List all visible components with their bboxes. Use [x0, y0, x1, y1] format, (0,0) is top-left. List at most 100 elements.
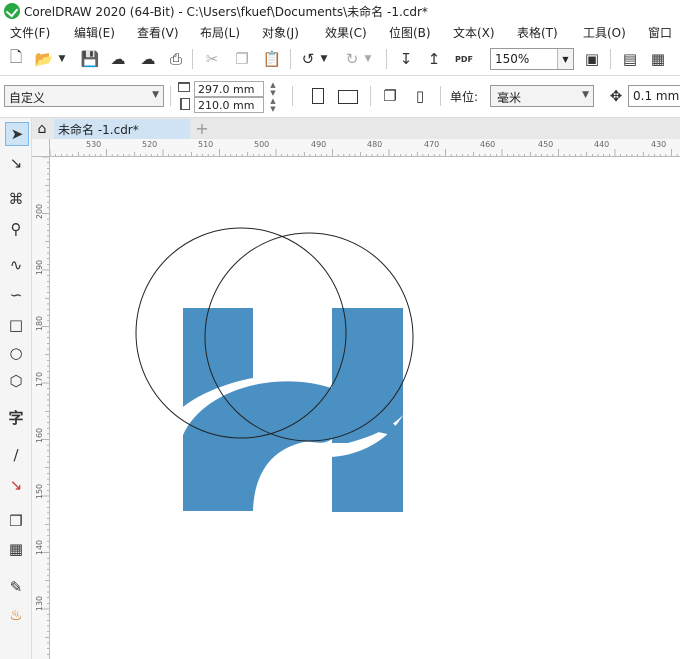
cloud-upload-icon[interactable]: ☁	[108, 49, 128, 69]
new-document-icon[interactable]: 🗋	[6, 48, 26, 69]
menu-edit[interactable]: 编辑(E)	[74, 24, 115, 41]
show-rulers-icon[interactable]: ▤	[620, 49, 640, 69]
freehand-tool-icon[interactable]: ∿	[5, 254, 27, 276]
zoom-tool-icon[interactable]: ⚲	[5, 218, 27, 240]
color-eyedropper-tool-icon[interactable]: ✎	[5, 576, 27, 598]
drop-shadow-tool-icon[interactable]: ❒	[5, 510, 27, 532]
menu-object[interactable]: 对象(J)	[262, 24, 299, 41]
ruler-label: 450	[538, 140, 554, 149]
menu-bar: 文件(F) 编辑(E) 查看(V) 布局(L) 对象(J) 效果(C) 位图(B…	[0, 22, 680, 42]
artistic-media-tool-icon[interactable]: ∽	[5, 284, 27, 306]
vertical-ruler[interactable]: 200 190 180 170 160 150 140 130	[32, 157, 50, 659]
open-dropdown-icon[interactable]: ▼	[56, 49, 68, 69]
units-select[interactable]: 毫米 ▼	[490, 85, 594, 107]
ruler-label: 130	[35, 595, 45, 612]
ruler-label: 200	[35, 203, 45, 220]
parallel-dimension-tool-icon[interactable]: ∕	[5, 444, 27, 466]
ruler-label: 530	[86, 140, 102, 149]
menu-bitmaps[interactable]: 位图(B)	[389, 24, 431, 41]
nudge-distance-value: 0.1 mm	[633, 89, 680, 103]
ruler-label: 510	[198, 140, 214, 149]
menu-view[interactable]: 查看(V)	[137, 24, 179, 41]
property-bar: 自定义 ▼ 297.0 mm ▲ ▼ 210.0 mm ▲ ▼ ❐ ▯ 单位: 毫米…	[0, 76, 680, 118]
save-icon[interactable]: 💾	[80, 49, 100, 69]
menu-effects[interactable]: 效果(C)	[325, 24, 367, 41]
paste-icon[interactable]: 📋	[262, 49, 282, 69]
ruler-label: 190	[35, 259, 45, 276]
document-tab[interactable]: 未命名 -1.cdr*	[54, 119, 190, 139]
redo-dropdown-icon[interactable]: ▼	[362, 49, 374, 69]
nudge-distance-field[interactable]: 0.1 mm	[628, 85, 680, 107]
export-icon[interactable]: ↥	[424, 49, 444, 69]
units-value: 毫米	[497, 91, 522, 105]
menu-file[interactable]: 文件(F)	[10, 24, 50, 41]
page-width-field[interactable]: 297.0 mm	[194, 81, 264, 97]
connector-tool-icon[interactable]: ↘	[5, 474, 27, 496]
transparency-tool-icon[interactable]: ▦	[5, 538, 27, 560]
ruler-label: 460	[480, 140, 496, 149]
ruler-label: 520	[142, 140, 158, 149]
print-icon[interactable]: ⎙	[166, 49, 186, 69]
current-page-icon[interactable]: ▯	[410, 86, 430, 106]
chevron-down-icon: ▼	[152, 90, 159, 100]
redo-icon[interactable]: ↻	[342, 49, 362, 69]
undo-icon[interactable]: ↺	[298, 49, 318, 69]
drawing-canvas[interactable]	[50, 157, 680, 659]
menu-window[interactable]: 窗口	[648, 24, 672, 41]
ellipse-tool-icon[interactable]: ○	[5, 342, 27, 364]
title-bar: CorelDRAW 2020 (64-Bit) - C:\Users\fkuef…	[0, 0, 680, 22]
polygon-tool-icon[interactable]: ⬡	[5, 370, 27, 392]
document-tab-bar: ⌂ 未命名 -1.cdr* +	[32, 118, 680, 139]
text-tool-icon[interactable]: 字	[5, 406, 27, 428]
full-screen-icon[interactable]: ▣	[582, 49, 602, 69]
menu-table[interactable]: 表格(T)	[517, 24, 558, 41]
interactive-fill-tool-icon[interactable]: ♨	[5, 604, 27, 626]
add-tab-icon[interactable]: +	[192, 119, 212, 139]
page-width-icon	[178, 82, 190, 92]
ruler-origin[interactable]	[32, 139, 50, 157]
home-icon[interactable]: ⌂	[32, 119, 52, 139]
cloud-download-icon[interactable]: ☁	[138, 49, 158, 69]
show-grid-icon[interactable]: ▦	[648, 49, 668, 69]
menu-text[interactable]: 文本(X)	[453, 24, 495, 41]
shape-tool-icon[interactable]: ↘	[5, 152, 27, 174]
units-label: 单位:	[450, 90, 479, 104]
page-height-icon	[180, 98, 190, 110]
ruler-label: 500	[254, 140, 270, 149]
menu-tools[interactable]: 工具(O)	[583, 24, 626, 41]
coreldraw-logo-icon	[4, 3, 20, 19]
ruler-label: 180	[35, 315, 45, 332]
ruler-label: 160	[35, 427, 45, 444]
copy-icon[interactable]: ❐	[232, 49, 252, 69]
open-folder-icon[interactable]: 📂	[34, 49, 54, 69]
all-pages-icon[interactable]: ❐	[380, 86, 400, 106]
ruler-label: 140	[35, 539, 45, 556]
horizontal-ruler[interactable]: 530 520 510 500 490 480 470 460 450 440 …	[50, 139, 680, 157]
ruler-label: 170	[35, 371, 45, 388]
ruler-label: 480	[367, 140, 383, 149]
zoom-dropdown-icon[interactable]: ▼	[557, 49, 573, 69]
page-height-field[interactable]: 210.0 mm	[194, 97, 264, 113]
menu-layout[interactable]: 布局(L)	[200, 24, 240, 41]
rectangle-tool-icon[interactable]: □	[5, 314, 27, 336]
zoom-level-field[interactable]: 150% ▼	[490, 48, 574, 70]
import-icon[interactable]: ↧	[396, 49, 416, 69]
width-spinner-icon[interactable]: ▲ ▼	[266, 81, 280, 97]
ruler-label: 150	[35, 483, 45, 500]
ruler-label: 430	[651, 140, 667, 149]
zoom-level-value: 150%	[495, 52, 530, 66]
cut-icon[interactable]: ✂	[202, 49, 222, 69]
toolbox: ➤ ↘ ⌘ ⚲ ∿ ∽ □ ○ ⬡ 字 ∕ ↘ ❒ ▦ ✎ ♨	[0, 118, 32, 659]
ruler-label: 470	[424, 140, 440, 149]
export-pdf-icon[interactable]: PDF	[454, 49, 474, 69]
undo-dropdown-icon[interactable]: ▼	[318, 49, 330, 69]
ruler-label: 440	[594, 140, 610, 149]
ruler-label: 490	[311, 140, 327, 149]
pick-tool-icon[interactable]: ➤	[5, 122, 29, 146]
crop-tool-icon[interactable]: ⌘	[5, 188, 27, 210]
landscape-icon[interactable]	[338, 90, 358, 104]
page-size-preset-select[interactable]: 自定义 ▼	[4, 85, 164, 107]
height-spinner-icon[interactable]: ▲ ▼	[266, 97, 280, 113]
nudge-distance-icon: ✥	[609, 87, 623, 105]
portrait-icon[interactable]	[312, 88, 324, 104]
